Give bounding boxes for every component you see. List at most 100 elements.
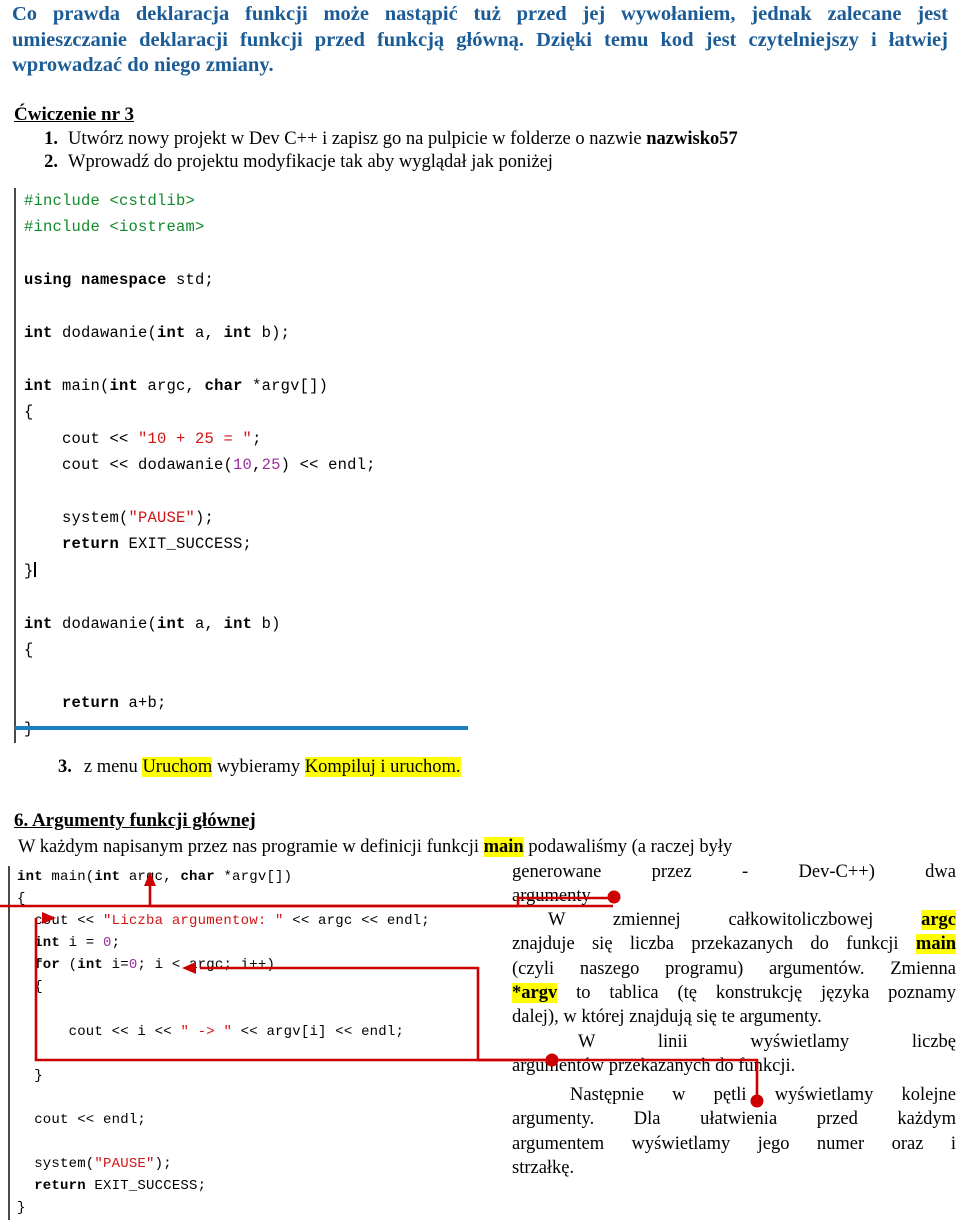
code-token: system( <box>17 1156 95 1173</box>
code-line: int main(int argc, char *argv[]) <box>24 373 376 399</box>
explanation-paragraph-1: generowane przez - Dev-C++) dwa argument… <box>512 860 956 909</box>
code-token: cout << endl; <box>17 1112 147 1129</box>
code-token: i= <box>111 957 129 974</box>
list-item-number: 2. <box>44 152 58 172</box>
list-item-text-plain: Utwórz nowy projekt w Dev C++ i zapisz g… <box>68 129 647 149</box>
code-token: ; i < argc; i++) <box>137 957 276 974</box>
explanation-p2-line1-text: W zmiennej całkowitoliczbowej <box>548 910 922 930</box>
code-token: cout << dodawanie( <box>24 456 234 475</box>
code-token: 10 <box>233 456 253 475</box>
explanation-paragraph-2: W zmiennej całkowitoliczbowej argc znajd… <box>512 908 956 1029</box>
code-line: int dodawanie(int a, int b) <box>24 611 376 637</box>
code-token: "PAUSE" <box>94 1156 155 1173</box>
explanation-p4-line4: strzałkę. <box>512 1157 575 1178</box>
code-token: int <box>223 324 262 343</box>
code-line: #include <iostream> <box>24 214 376 240</box>
code-token: dodawanie( <box>62 614 158 633</box>
code-token: dodawanie( <box>62 324 158 343</box>
code-token: << argv[i] << endl; <box>232 1023 405 1040</box>
code-token: std; <box>176 271 215 290</box>
code-token: main( <box>51 869 95 885</box>
code-token: b); <box>261 324 291 343</box>
blue-divider-rule <box>15 726 468 730</box>
code-line: cout << i << " -> " << argv[i] << endl; <box>17 1021 430 1043</box>
text-cursor <box>33 561 36 577</box>
code-token: i = <box>68 935 104 952</box>
code-token: a+b; <box>128 693 167 712</box>
list-item-text: Utwórz nowy projekt w Dev C++ i zapisz g… <box>68 128 738 151</box>
code-line: { <box>17 888 430 910</box>
section-6-lead-before: W każdym napisanym przez nas programie w… <box>18 837 484 857</box>
code-line: { <box>24 637 376 663</box>
code-token: system( <box>24 508 129 527</box>
explanation-p4-line1: Następnie w pętli wyświetlamy kolejne <box>512 1083 956 1107</box>
code-token: } <box>17 1067 43 1084</box>
code-line: #include <cstdlib> <box>24 188 376 214</box>
explanation-p3-line2: argumentów przekazanych do funkcji. <box>512 1056 796 1077</box>
code-token: cout << i << <box>17 1023 181 1040</box>
list-item: 2. Wprowadź do projektu modyfikacje tak … <box>14 151 914 174</box>
list-item-text: Wprowadź do projektu modyfikacje tak aby… <box>68 152 553 172</box>
code-token: { <box>17 891 26 908</box>
code-line: int i = 0; <box>17 932 430 954</box>
explanation-p3-line1: W linii wyświetlamy liczbę <box>512 1030 956 1054</box>
code-line: } <box>24 558 376 584</box>
code-token: int <box>24 376 63 395</box>
step-3-line: 3. z menu Uruchom wybieramy Kompiluj i ur… <box>58 756 461 779</box>
code-token: int <box>24 614 63 633</box>
code-token: , <box>252 456 262 475</box>
code-token: "PAUSE" <box>128 508 196 527</box>
code-line: system("PAUSE"); <box>24 505 376 531</box>
code-token: int <box>157 324 196 343</box>
code-token: using namespace <box>24 271 177 290</box>
code-token: return <box>24 693 129 712</box>
code-line: { <box>17 976 430 998</box>
list-item-text-bold: nazwisko57 <box>646 129 738 149</box>
code-line: cout << endl; <box>17 1109 430 1131</box>
main-keyword-highlight-2: main <box>915 934 956 955</box>
code-line: return EXIT_SUCCESS; <box>17 1175 430 1197</box>
code-token: ( <box>68 957 78 974</box>
code-line: for (int i=0; i < argc; i++) <box>17 954 430 976</box>
document-page: Co prawda deklaracja funkcji może nastąp… <box>0 0 960 1220</box>
code-token: argc, <box>128 869 181 885</box>
step-3-number: 3. <box>58 757 72 777</box>
code-line: cout << "10 + 25 = "; <box>24 426 376 452</box>
code-token: ; <box>111 935 121 952</box>
code-token: cout << <box>24 429 139 448</box>
exercise-list: 1. Utwórz nowy projekt w Dev C++ i zapis… <box>14 128 914 174</box>
code-token: for <box>17 957 69 974</box>
code-token: #include <cstdlib> <box>24 192 196 210</box>
code-token: cout << <box>17 913 104 930</box>
explanation-p2-line3: (czyli naszego programu) argumentów. Zmi… <box>512 958 956 979</box>
code-token: int <box>157 614 196 633</box>
code-token: "10 + 25 = " <box>138 429 253 448</box>
step-3-text-part2: wybieramy <box>212 757 305 777</box>
intro-line-1: Co prawda deklaracja funkcji może nastąp… <box>12 3 948 25</box>
code-token: { <box>24 403 34 422</box>
code-token: int <box>94 869 129 885</box>
list-item: 1. Utwórz nowy projekt w Dev C++ i zapis… <box>14 128 914 151</box>
code-token: } <box>17 1200 26 1217</box>
code-line: } <box>17 1197 430 1219</box>
intro-line-3: wprowadzać do niego zmiany. <box>12 54 274 76</box>
code-token: char <box>180 869 224 885</box>
code-token: char <box>204 376 253 395</box>
code-token: " -> " <box>180 1023 233 1040</box>
code-token: int <box>77 957 112 974</box>
code-token: int <box>109 376 148 395</box>
explanation-p2-line2: znajduje się liczba przekazanych do funk… <box>512 932 956 956</box>
explanation-paragraph-4: Następnie w pętli wyświetlamy kolejne ar… <box>512 1083 956 1180</box>
code-token: a, <box>195 324 224 343</box>
code-line: cout << dodawanie(10,25) << endl; <box>24 452 376 478</box>
explanation-p2-line1: W zmiennej całkowitoliczbowej argc <box>512 908 956 932</box>
explanation-p2-line4: *argv to tablica (tę konstrukcję języka … <box>512 981 956 1005</box>
argv-keyword-highlight: *argv <box>512 982 558 1003</box>
code-line: int dodawanie(int a, int b); <box>24 320 376 346</box>
main-keyword-highlight: main <box>483 837 524 857</box>
code-token: ); <box>154 1156 172 1173</box>
